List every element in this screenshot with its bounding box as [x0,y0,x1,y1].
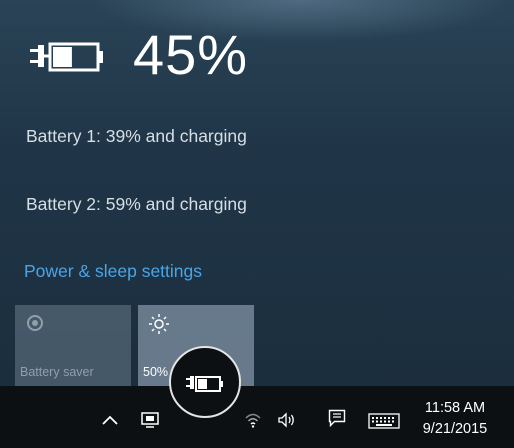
overall-battery [30,28,105,88]
battery-flyout: 45% Battery 1: 39% and charging Battery … [0,0,514,386]
battery-1-status: Battery 1: 39% and charging [26,126,247,146]
battery-saver-icon [25,313,45,338]
chevron-up-icon[interactable] [100,410,120,430]
battery-2-status: Battery 2: 59% and charging [26,194,247,214]
keyboard-icon[interactable] [366,411,402,431]
power-sleep-settings-link[interactable]: Power & sleep settings [24,261,202,282]
volume-icon[interactable] [277,410,297,430]
battery-saver-label: Battery saver [20,365,94,379]
battery-charging-icon [30,38,105,78]
notification-icon[interactable] [327,408,347,428]
battery-charging-icon[interactable] [186,373,226,400]
taskbar: 11:58 AM 9/21/2015 [0,386,514,448]
system-clock[interactable]: 11:58 AM 9/21/2015 [414,398,496,440]
clock-date: 9/21/2015 [422,421,488,437]
wifi-icon[interactable] [243,410,263,430]
monitor-icon[interactable] [140,410,160,430]
brightness-sun-icon [148,313,170,340]
clock-time: 11:58 AM [424,400,486,416]
overall-percent: 45% [133,23,249,86]
battery-saver-tile[interactable]: Battery saver [15,305,131,386]
brightness-label: 50% [143,365,169,379]
